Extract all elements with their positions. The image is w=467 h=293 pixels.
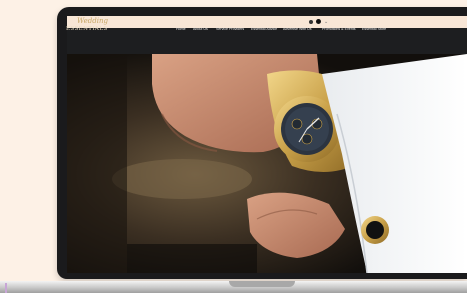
- logo-script-text[interactable]: Wedding: [77, 17, 108, 25]
- nav-service-providers[interactable]: Service Providers: [216, 27, 244, 31]
- hero-photo: [67, 54, 467, 273]
- nav-essential-store[interactable]: Essential Store: [362, 27, 386, 31]
- laptop-screen: ⌄: [67, 16, 467, 273]
- site-header: [67, 28, 467, 54]
- chevron-down-icon: ⌄: [324, 19, 329, 25]
- nav-home[interactable]: Home: [176, 27, 186, 31]
- nav-advertise-with-us[interactable]: Advertise With Us: [283, 27, 312, 31]
- hero-image: [67, 54, 467, 273]
- nav-promotions-events[interactable]: Promotions & Events: [322, 27, 356, 31]
- nav-about-us[interactable]: About Us: [193, 27, 208, 31]
- logo-main-text[interactable]: ESSENTIALS: [66, 26, 108, 32]
- nav-essential-advice[interactable]: Essential Advice: [251, 27, 277, 31]
- edge-marker: [5, 283, 7, 293]
- laptop-notch: [229, 281, 295, 287]
- camera-icon: [316, 19, 321, 24]
- status-dot-icon: [309, 20, 313, 24]
